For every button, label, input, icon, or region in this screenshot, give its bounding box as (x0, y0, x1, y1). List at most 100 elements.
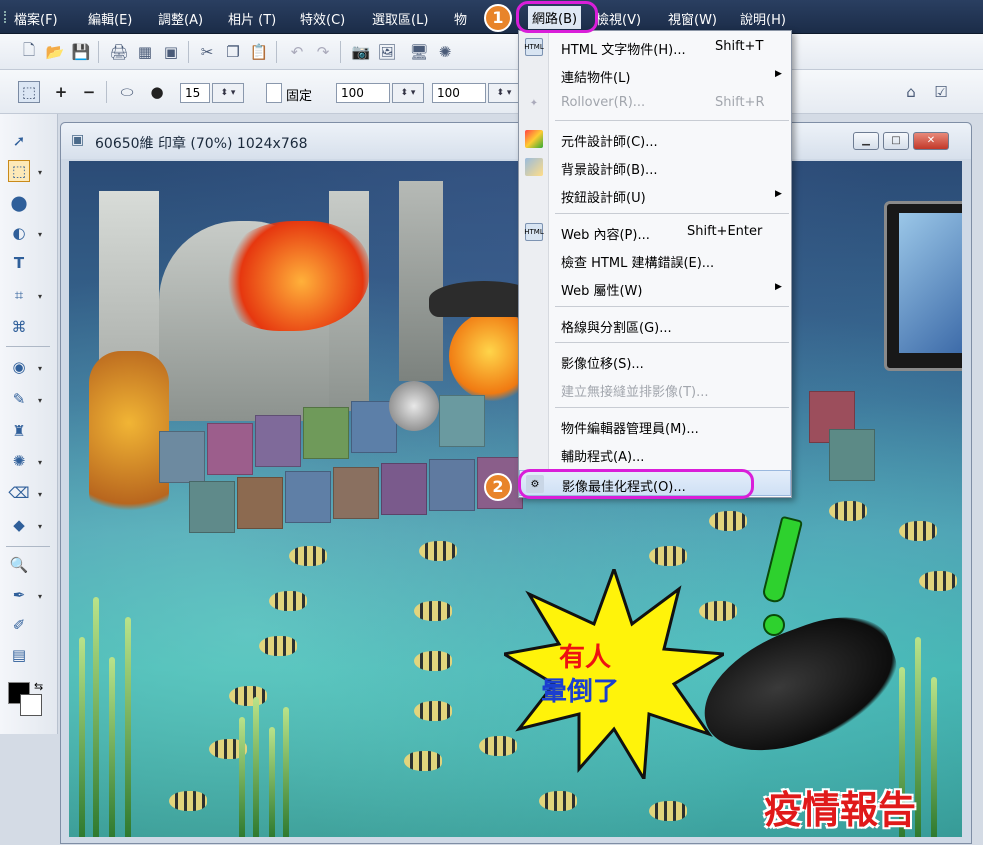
print-icon[interactable]: 🖨 (108, 41, 130, 63)
document-title-bar[interactable]: ▣ 60650維 印章 (70%) 1024x768 ▁ □ ✕ (61, 123, 971, 159)
chevron-down-icon[interactable]: ▾ (38, 230, 42, 239)
magic-wand-icon[interactable]: ◐ (8, 222, 30, 244)
chevron-down-icon[interactable]: ▾ (38, 592, 42, 601)
fill-tool-icon[interactable]: ◆ (8, 514, 30, 536)
menu-item-shortcut: Shift+Enter (687, 224, 763, 239)
chevron-down-icon[interactable]: ▾ (38, 292, 42, 301)
width-spinner[interactable]: ⬍ ▾ (392, 83, 424, 103)
new-file-icon[interactable]: 🗋 (18, 41, 40, 63)
crop-tool-icon[interactable]: ⌘ (8, 316, 30, 338)
seagrass (283, 707, 289, 837)
selection-mode-icon[interactable]: ⬚ (18, 81, 40, 103)
chevron-down-icon[interactable]: ▾ (38, 396, 42, 405)
house-icon[interactable]: ⌂ (900, 81, 922, 103)
menu-item-web-content[interactable]: HTML Web 內容(P)... Shift+Enter (519, 219, 791, 245)
menu-item-helpers[interactable]: 輔助程式(A)... (519, 441, 791, 467)
height-input[interactable]: 100 (432, 83, 486, 103)
pen-tool-icon[interactable]: ✐ (8, 614, 30, 636)
transform-tool-icon[interactable]: ⌗ (8, 284, 30, 306)
chevron-down-icon[interactable]: ▾ (38, 364, 42, 373)
chevron-down-icon[interactable]: ▾ (38, 458, 42, 467)
eraser-tool-icon[interactable]: ⌫ (8, 482, 30, 504)
menubar-grip[interactable] (4, 11, 7, 23)
close-button[interactable]: ✕ (913, 132, 949, 150)
menu-item-background-designer[interactable]: 背景設計師(B)... (519, 154, 791, 180)
menu-item-component-designer[interactable]: 元件設計師(C)... (519, 126, 791, 152)
soft-edge-size-input[interactable]: 15 (180, 83, 210, 103)
stamp-tool-icon[interactable]: ♜ (8, 420, 30, 442)
background-color-swatch[interactable] (20, 694, 42, 716)
menu-file[interactable]: 檔案(F) (14, 9, 58, 28)
menu-item-image-offset[interactable]: 影像位移(S)... (519, 348, 791, 374)
brush-tool-icon[interactable]: ✎ (8, 388, 30, 410)
seagrass (253, 697, 259, 837)
menu-help[interactable]: 說明(H) (740, 9, 786, 28)
selection-tool-icon[interactable]: ⬚ (8, 160, 30, 182)
pointer-tool-icon[interactable]: ➚ (8, 130, 30, 152)
text-tool-icon[interactable]: T (8, 252, 30, 274)
menu-item-web-properties[interactable]: Web 屬性(W) ▶ (519, 275, 791, 301)
grid-icon[interactable]: ▦ (134, 41, 156, 63)
seagrass (931, 677, 937, 837)
menu-view[interactable]: 檢視(V) (596, 9, 641, 28)
menu-photo[interactable]: 相片 (T) (228, 9, 276, 28)
menu-separator (555, 342, 789, 343)
size-spinner[interactable]: ⬍ ▾ (212, 83, 244, 103)
paste-icon[interactable]: 📋 (248, 41, 270, 63)
open-folder-icon[interactable]: 📂 (44, 41, 66, 63)
eyedropper-icon[interactable]: ✒ (8, 584, 30, 606)
save-icon[interactable]: 💾 (70, 41, 92, 63)
menu-item-check-html[interactable]: 檢查 HTML 建構錯誤(E)... (519, 247, 791, 273)
swap-colors-icon[interactable]: ⇆ (34, 680, 43, 693)
maximize-button[interactable]: □ (883, 132, 909, 150)
menu-window[interactable]: 視窗(W) (668, 9, 717, 28)
shape-tool-icon[interactable]: ⬤ (8, 192, 30, 214)
menu-item-grid-slices[interactable]: 格線與分割區(G)... (519, 312, 791, 338)
ellipse-icon[interactable]: ⬭ (116, 81, 138, 103)
spray-tool-icon[interactable]: ✺ (8, 450, 30, 472)
web-menu-dropdown: HTML HTML 文字物件(H)... Shift+T 連結物件(L) ▶ ✦… (518, 30, 792, 498)
chevron-down-icon[interactable]: ▾ (38, 490, 42, 499)
fixed-checkbox[interactable] (266, 83, 282, 103)
chevron-down-icon[interactable]: ▾ (38, 168, 42, 177)
goldfish (219, 221, 369, 331)
menu-item-rollover[interactable]: ✦ Rollover(R)... Shift+R (519, 90, 791, 116)
settings-icon[interactable]: ✺ (434, 41, 456, 63)
soft-edge-icon[interactable]: ● (146, 81, 168, 103)
menu-item-html-text[interactable]: HTML HTML 文字物件(H)... Shift+T (519, 34, 791, 60)
menu-item-label: HTML 文字物件(H)... (561, 43, 686, 58)
camera-icon[interactable]: 📷 (350, 41, 372, 63)
cube (255, 415, 301, 467)
palette-tool-icon[interactable]: ▤ (8, 644, 30, 666)
menu-item-button-designer[interactable]: 按鈕設計師(U) ▶ (519, 182, 791, 208)
menu-edit[interactable]: 編輯(E) (88, 9, 132, 28)
scan-icon[interactable]: ▣ (160, 41, 182, 63)
zoom-icon[interactable]: 🔍 (8, 554, 30, 576)
height-spinner[interactable]: ⬍ ▾ (488, 83, 520, 103)
fish (289, 546, 327, 566)
menu-item-seamless-tile[interactable]: 建立無接縫並排影像(T)... (519, 376, 791, 402)
monitor-icon[interactable]: 🖥 (408, 41, 430, 63)
minimize-button[interactable]: ▁ (853, 132, 879, 150)
cube (333, 467, 379, 519)
image-viewer-icon[interactable]: 🖼 (376, 41, 398, 63)
copy-icon[interactable]: ❐ (222, 41, 244, 63)
chevron-down-icon[interactable]: ▾ (38, 522, 42, 531)
cut-icon[interactable]: ✂ (196, 41, 218, 63)
menu-item-link-object[interactable]: 連結物件(L) ▶ (519, 62, 791, 88)
menu-item-object-editor-manager[interactable]: 物件編輯器管理員(M)... (519, 413, 791, 439)
menu-selection[interactable]: 選取區(L) (372, 9, 428, 28)
eye-tool-icon[interactable]: ◉ (8, 356, 30, 378)
cube (189, 481, 235, 533)
check-icon[interactable]: ☑ (930, 81, 952, 103)
image-canvas[interactable]: 有人 暈倒了 疫情報告 (69, 161, 962, 837)
menu-effects[interactable]: 特效(C) (300, 9, 345, 28)
add-icon[interactable]: + (50, 81, 72, 103)
undo-icon[interactable]: ↶ (286, 41, 308, 63)
subtract-icon[interactable]: − (78, 81, 100, 103)
width-input[interactable]: 100 (336, 83, 390, 103)
menu-adjust[interactable]: 調整(A) (158, 9, 203, 28)
building-tower (399, 181, 443, 381)
redo-icon[interactable]: ↷ (312, 41, 334, 63)
menu-object[interactable]: 物 (454, 9, 467, 28)
